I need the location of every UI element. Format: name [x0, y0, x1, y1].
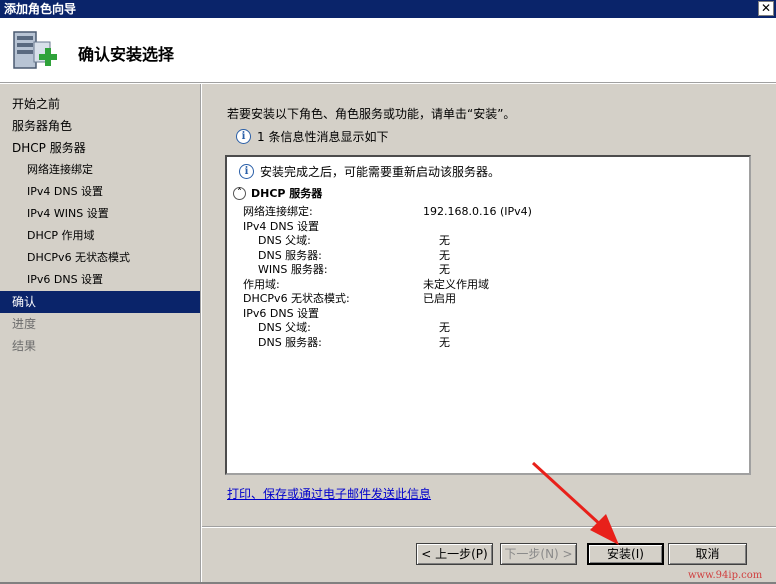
- detail-value: 未定义作用域: [423, 277, 489, 291]
- next-button[interactable]: 下一步(N) >: [500, 543, 577, 565]
- watermark-text: www.94ip.com: [688, 570, 763, 581]
- collapse-icon[interactable]: ˄: [233, 186, 246, 200]
- detail-label: DNS 服务器:: [258, 335, 322, 349]
- detail-value: 无: [439, 234, 450, 247]
- detail-label: DNS 父域:: [258, 321, 311, 334]
- detail-label: 网络连接绑定:: [243, 205, 313, 218]
- window-titlebar: 添加角色向导 ✕: [0, 0, 776, 18]
- server-add-icon: [13, 31, 57, 69]
- detail-row: DNS 服务器: 无: [243, 336, 723, 351]
- detail-row: DNS 服务器: 无: [243, 249, 723, 264]
- cancel-button[interactable]: 取消: [668, 543, 747, 565]
- detail-label: WINS 服务器:: [258, 263, 328, 276]
- intro-text: 若要安装以下角色、角色服务或功能，请单击“安装”。: [227, 107, 516, 121]
- sidebar-step-8[interactable]: IPv6 DNS 设置: [0, 269, 200, 291]
- detail-label: DHCPv6 无状态模式:: [243, 292, 350, 305]
- sidebar-step-4[interactable]: IPv4 DNS 设置: [0, 181, 200, 203]
- detail-label: IPv4 DNS 设置: [243, 219, 320, 233]
- detail-value: 已启用: [423, 292, 456, 305]
- install-button[interactable]: 安装(I): [587, 543, 664, 565]
- print-save-email-link[interactable]: 打印、保存或通过电子邮件发送此信息: [227, 485, 431, 502]
- close-button[interactable]: ✕: [758, 1, 774, 16]
- window-title: 添加角色向导: [4, 2, 77, 16]
- detail-value: 无: [439, 335, 450, 349]
- sidebar-step-9[interactable]: 确认: [0, 291, 200, 313]
- sidebar-step-2[interactable]: DHCP 服务器: [0, 137, 200, 159]
- wizard-steps: 开始之前 服务器角色 DHCP 服务器 网络连接绑定 IPv4 DNS 设置 IPv4 W…: [0, 84, 200, 357]
- wizard-header: 确认安装选择: [0, 18, 776, 83]
- page-title: 确认安装选择: [78, 45, 175, 64]
- info-count-line: i 1 条信息性消息显示如下: [236, 128, 388, 145]
- detail-label: DNS 父域:: [258, 234, 311, 247]
- detail-value: 192.168.0.16 (IPv4): [423, 205, 532, 218]
- detail-row: DHCPv6 无状态模式: 已启用: [243, 292, 723, 307]
- detail-row: IPv6 DNS 设置: [243, 307, 723, 322]
- info-icon: i: [239, 164, 254, 179]
- sidebar-step-0[interactable]: 开始之前: [0, 93, 200, 115]
- sidebar-step-5[interactable]: IPv4 WINS 设置: [0, 203, 200, 225]
- sidebar-step-1[interactable]: 服务器角色: [0, 115, 200, 137]
- info-icon: i: [236, 129, 251, 144]
- sidebar-step-6[interactable]: DHCP 作用域: [0, 225, 200, 247]
- sidebar-step-7[interactable]: DHCPv6 无状态模式: [0, 247, 200, 269]
- sidebar-step-10: 进度: [12, 317, 37, 331]
- details-rows: 网络连接绑定: 192.168.0.16 (IPv4) IPv4 DNS 设置 DNS…: [243, 205, 723, 350]
- detail-row: 作用域: 未定义作用域: [243, 278, 723, 293]
- detail-label: DNS 服务器:: [258, 248, 322, 262]
- detail-value: 无: [439, 248, 450, 262]
- detail-row: DNS 父域: 无: [243, 234, 723, 249]
- info-count-text: 1 条信息性消息显示如下: [257, 130, 389, 144]
- detail-row: IPv4 DNS 设置: [243, 220, 723, 235]
- detail-row: DNS 父域: 无: [243, 321, 723, 336]
- details-panel[interactable]: i 安装完成之后，可能需要重新启动该服务器。 ˄ DHCP 服务器 网络连接绑定…: [225, 155, 751, 475]
- details-info-text: 安装完成之后，可能需要重新启动该服务器。: [260, 165, 501, 179]
- sidebar-step-3[interactable]: 网络连接绑定: [0, 159, 200, 181]
- footer-separator: [202, 526, 776, 528]
- detail-value: 无: [439, 263, 450, 276]
- prev-button[interactable]: < 上一步(P): [416, 543, 493, 565]
- detail-label: IPv6 DNS 设置: [243, 306, 320, 320]
- wizard-content: 若要安装以下角色、角色服务或功能，请单击“安装”。 i 1 条信息性消息显示如下…: [202, 84, 776, 582]
- detail-row: WINS 服务器: 无: [243, 263, 723, 278]
- detail-value: 无: [439, 321, 450, 334]
- section-title: DHCP 服务器: [251, 187, 323, 200]
- detail-label: 作用域:: [243, 277, 280, 291]
- details-info-message: i 安装完成之后，可能需要重新启动该服务器。: [239, 163, 500, 180]
- sidebar-step-11: 结果: [12, 339, 37, 353]
- section-header-dhcp[interactable]: ˄ DHCP 服务器: [233, 185, 322, 201]
- wizard-sidebar: 开始之前 服务器角色 DHCP 服务器 网络连接绑定 IPv4 DNS 设置 IPv4 W…: [0, 84, 201, 582]
- detail-row: 网络连接绑定: 192.168.0.16 (IPv4): [243, 205, 723, 220]
